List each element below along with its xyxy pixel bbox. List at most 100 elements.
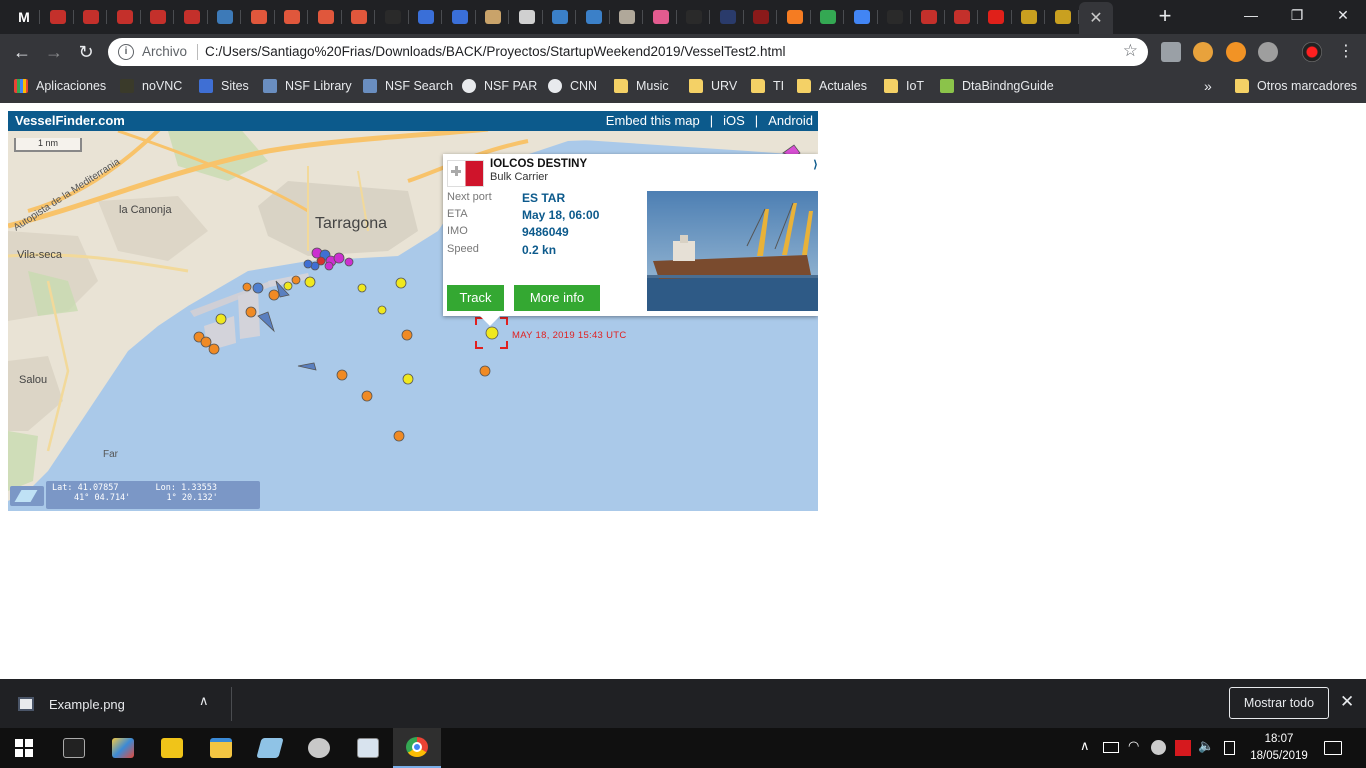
browser-tab[interactable]: M (8, 4, 40, 30)
download-options-chevron-icon[interactable]: ∧ (199, 693, 209, 709)
bookmark-item[interactable]: Sites (199, 76, 249, 96)
browser-tab[interactable] (209, 4, 241, 30)
taskbar-explorer[interactable] (197, 728, 245, 768)
browser-tab[interactable] (678, 4, 710, 30)
bookmark-item[interactable]: IoT (884, 76, 924, 96)
minimize-button[interactable]: — (1228, 0, 1274, 30)
browser-tab[interactable] (511, 4, 543, 30)
bookmark-item[interactable]: Actuales (797, 76, 867, 96)
battery-icon[interactable] (1103, 742, 1119, 753)
embed-map-link[interactable]: Embed this map (606, 113, 700, 128)
browser-tab[interactable] (1013, 4, 1045, 30)
browser-tab[interactable] (913, 4, 945, 30)
browser-tab[interactable] (779, 4, 811, 30)
taskbar-notes[interactable] (246, 728, 294, 768)
browser-tab[interactable] (477, 4, 509, 30)
other-bookmarks-folder[interactable]: Otros marcadores (1235, 76, 1357, 96)
bookmark-item[interactable]: NSF Library (263, 76, 352, 96)
browser-tab[interactable] (310, 4, 342, 30)
android-link[interactable]: Android (768, 113, 813, 128)
bookmark-item[interactable]: Aplicaciones (14, 76, 106, 96)
active-tab[interactable]: ✕ (1079, 2, 1113, 34)
browser-tab[interactable] (712, 4, 744, 30)
forward-button[interactable]: → (41, 40, 67, 64)
extension-m-icon[interactable] (1258, 42, 1278, 62)
browser-tab[interactable] (176, 4, 208, 30)
more-info-button[interactable]: More info (514, 285, 600, 311)
vesselfinder-brand[interactable]: VesselFinder.com (15, 113, 125, 128)
vessel-photo[interactable] (647, 191, 818, 311)
reload-button[interactable]: ↻ (73, 40, 99, 64)
taskbar-chrome[interactable] (393, 728, 441, 768)
bookmark-item[interactable]: NSF PAR (462, 76, 537, 96)
taskbar-terminal[interactable] (50, 728, 98, 768)
notifications-icon[interactable] (1324, 741, 1342, 755)
bookmark-item[interactable]: URV (689, 76, 737, 96)
download-filename: Example.png (49, 696, 125, 712)
tray-overflow-icon[interactable]: ∧ (1080, 738, 1090, 754)
vessel-map[interactable]: Tarragona la Canonja Vila-seca Salou Far… (8, 111, 818, 511)
taskbar-steam[interactable] (295, 728, 343, 768)
taskbar-viewer[interactable] (344, 728, 392, 768)
browser-tab[interactable] (276, 4, 308, 30)
browser-tab[interactable] (645, 4, 677, 30)
show-all-downloads-button[interactable]: Mostrar todo (1229, 687, 1329, 719)
download-item[interactable]: Example.png (18, 691, 125, 717)
browser-tab[interactable] (879, 4, 911, 30)
speed-value: 0.2 kn (522, 243, 557, 257)
bookmark-item[interactable]: CNN (548, 76, 597, 96)
bookmark-item[interactable]: NSF Search (363, 76, 453, 96)
bookmarks-more-button[interactable]: » (1204, 76, 1212, 96)
bookmark-item[interactable]: noVNC (120, 76, 182, 96)
close-window-button[interactable]: ✕ (1320, 0, 1366, 30)
browser-tab[interactable] (444, 4, 476, 30)
browser-tab[interactable] (343, 4, 375, 30)
volume-icon[interactable]: 🔈 (1198, 738, 1214, 754)
browser-tab[interactable] (1047, 4, 1079, 30)
bookmark-star-icon[interactable]: ☆ (1123, 41, 1138, 61)
browser-tab[interactable] (243, 4, 275, 30)
record-extension-icon[interactable] (1302, 42, 1322, 62)
tab-close-icon[interactable]: ✕ (1089, 8, 1102, 28)
browser-tab[interactable] (946, 4, 978, 30)
popup-close-icon[interactable]: ⟩ (813, 158, 818, 171)
new-tab-button[interactable]: + (1153, 4, 1177, 28)
taskbar-pdf[interactable] (148, 728, 196, 768)
address-bar[interactable]: i Archivo C:/Users/Santiago%20Frias/Down… (108, 38, 1148, 66)
bookmark-item[interactable]: Music (614, 76, 669, 96)
restore-button[interactable]: ❐ (1274, 0, 1320, 30)
track-button[interactable]: Track (447, 285, 504, 311)
browser-tab[interactable] (745, 4, 777, 30)
browser-tab[interactable] (544, 4, 576, 30)
extension-c-icon[interactable] (1226, 42, 1246, 62)
browser-tab[interactable] (812, 4, 844, 30)
browser-tab[interactable] (142, 4, 174, 30)
browser-tab[interactable] (410, 4, 442, 30)
layers-button[interactable] (10, 486, 44, 506)
menu-icon[interactable]: ⋮ (1333, 40, 1359, 64)
extension-icon[interactable] (1161, 42, 1181, 62)
browser-tab[interactable] (578, 4, 610, 30)
ios-link[interactable]: iOS (723, 113, 745, 128)
address-url[interactable]: C:/Users/Santiago%20Frias/Downloads/BACK… (205, 44, 786, 59)
bookmark-item[interactable]: DtaBindngGuide (940, 76, 1054, 96)
browser-tab[interactable] (42, 4, 74, 30)
steam-tray-icon[interactable] (1151, 740, 1166, 755)
extension-owl-icon[interactable] (1193, 42, 1213, 62)
browser-tab[interactable] (75, 4, 107, 30)
start-button[interactable] (0, 728, 48, 768)
site-info-icon[interactable]: i (118, 44, 134, 60)
bookmark-item[interactable]: TI (751, 76, 784, 96)
back-button[interactable]: ← (9, 40, 35, 64)
close-download-bar-icon[interactable]: ✕ (1340, 692, 1354, 712)
browser-tab[interactable] (611, 4, 643, 30)
browser-tab[interactable] (980, 4, 1012, 30)
antivirus-tray-icon[interactable] (1175, 740, 1191, 756)
browser-tab[interactable] (109, 4, 141, 30)
taskbar-clock[interactable]: 18:07 18/05/2019 (1244, 731, 1314, 765)
browser-tab[interactable] (377, 4, 409, 30)
input-indicator-icon[interactable] (1224, 741, 1235, 755)
browser-tab[interactable] (846, 4, 878, 30)
wifi-icon[interactable]: ◠ (1128, 738, 1139, 754)
taskbar-paint[interactable] (99, 728, 147, 768)
